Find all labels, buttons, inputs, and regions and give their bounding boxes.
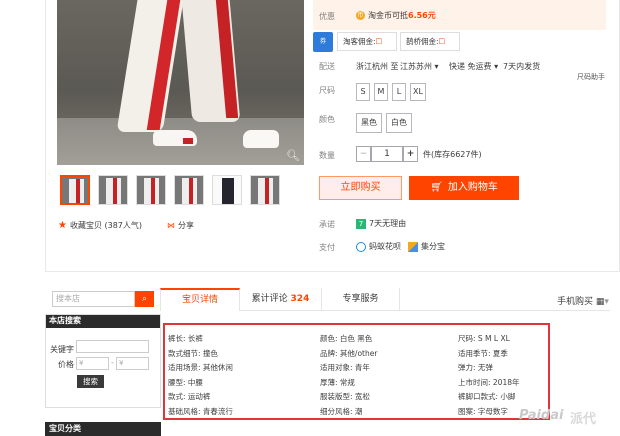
attribute-item: 服装版型: 宽松 [320,392,370,401]
thumbnail-4[interactable] [174,175,204,205]
huabei-icon [356,241,366,252]
attribute-item: 品牌: 其他/other [320,348,378,358]
color-option-white[interactable]: 白色 [386,113,412,133]
coin-row: 币淘金币可抵6.56元 [356,11,436,20]
cart-icon: 🛒︎ [430,182,443,193]
keyword-label: 关键字 [50,345,74,354]
tab-service[interactable]: 专享服务 [322,288,400,311]
commission-right[interactable]: 鹊桥佣金:☐ [400,32,460,51]
attribute-item: 适用季节: 夏季 [458,348,508,358]
buy-now-button[interactable]: 立即购买 [319,176,402,200]
price-from-input[interactable]: ¥ [76,357,109,370]
attribute-item: 颜色: 白色 黑色 [320,334,373,343]
qty-label: 数量 [319,151,335,160]
ship-time: 7天内发货 [503,62,541,71]
add-to-cart-button[interactable]: 🛒︎ 加入购物车 [409,176,519,200]
qty-plus-button[interactable]: + [403,146,418,162]
size-option-xl[interactable]: XL [410,83,426,101]
zoom-icon[interactable]: 🔍︎ [286,149,300,162]
main-product-image[interactable]: 🔍︎ [57,0,304,165]
seven-day-icon: 7 [356,218,366,229]
ship-from: 浙江杭州 至 [356,62,399,71]
ship-fee-select[interactable]: 快递 免运费 ▾ [449,61,498,72]
attribute-item: 图案: 字母数字 [458,406,508,416]
keyword-input[interactable] [76,340,149,353]
color-option-black[interactable]: 黑色 [356,113,382,133]
attribute-item: 基础风格: 青春流行 [168,406,233,416]
jifenbao-icon [408,241,418,252]
sidebar-search-button[interactable]: 搜索 [77,375,104,388]
thumbnail-2[interactable] [98,175,128,205]
stock-text: 件(库存6627件) [423,150,482,159]
commission-left[interactable]: 淘客佣金:☐ [337,32,397,51]
color-label: 颜色 [319,115,335,124]
attribute-item: 裤长: 长裤 [168,334,203,343]
attribute-item: 弹力: 无弹 [458,363,493,372]
size-option-s[interactable]: S [356,83,370,101]
pay-label: 支付 [319,243,335,252]
thumbnail-5[interactable] [212,175,242,205]
shop-search-button[interactable]: ⌕ [135,291,154,307]
price-to-input[interactable]: ¥ [116,357,149,370]
pay-huabei[interactable]: 蚂蚁花呗 [356,241,401,252]
attribute-item: 厚薄: 常规 [320,377,355,387]
promise-row[interactable]: 7 7天无理由 [356,218,406,229]
attribute-item: 上市时间: 2018年 [458,377,520,387]
attribute-item: 裤脚口款式: 小脚 [458,392,516,401]
size-option-m[interactable]: M [374,83,388,101]
promo-label: 优惠 [319,12,335,21]
tab-detail[interactable]: 宝贝详情 [160,288,240,311]
favorite-link[interactable]: ★ 收藏宝贝 (387人气) [58,220,142,231]
promise-label: 承诺 [319,220,335,229]
attribute-item: 款式: 运动裤 [168,392,211,401]
attribute-item: 适用对象: 青年 [320,363,370,372]
qty-input[interactable]: 1 [371,146,403,162]
share-icon: ⋈ [167,221,175,230]
star-icon: ★ [58,220,67,231]
pay-jifen[interactable]: 集分宝 [408,241,445,252]
ship-to-select[interactable]: 江苏苏州 ▾ [400,61,439,72]
mobile-buy-link[interactable]: 手机购买 ▦▾ [557,294,609,307]
shop-search-input[interactable]: 搜本店 [52,291,135,307]
size-label: 尺码 [319,86,335,95]
price-label: 价格 [58,360,74,369]
coin-icon: 币 [356,11,365,20]
attribute-item: 适用场景: 其他休闲 [168,363,233,372]
attribute-item: 腰型: 中腰 [168,377,203,387]
watermark-logo: Paidai [519,408,564,423]
ship-label: 配送 [319,62,335,71]
thumbnail-1[interactable] [60,175,90,205]
watermark-logo-cn: 派代 [570,412,597,427]
thumbnail-3[interactable] [136,175,166,205]
tab-reviews[interactable]: 累计评论 324 [240,288,322,311]
thumbnail-6[interactable] [250,175,280,205]
attribute-item: 尺码: S M L XL [458,334,510,343]
size-help-link[interactable]: 尺码助手 [577,72,605,82]
search-icon: ⌕ [141,294,148,304]
share-link[interactable]: ⋈ 分享 [167,220,194,231]
size-option-l[interactable]: L [392,83,406,101]
attribute-item: 款式细节: 撞色 [168,348,218,358]
qty-minus-button[interactable]: − [356,146,371,162]
coupon-app-icon[interactable]: 券 [313,32,333,52]
category-title: 宝贝分类 [45,422,161,436]
attribute-item: 细分风格: 潮 [320,406,363,416]
